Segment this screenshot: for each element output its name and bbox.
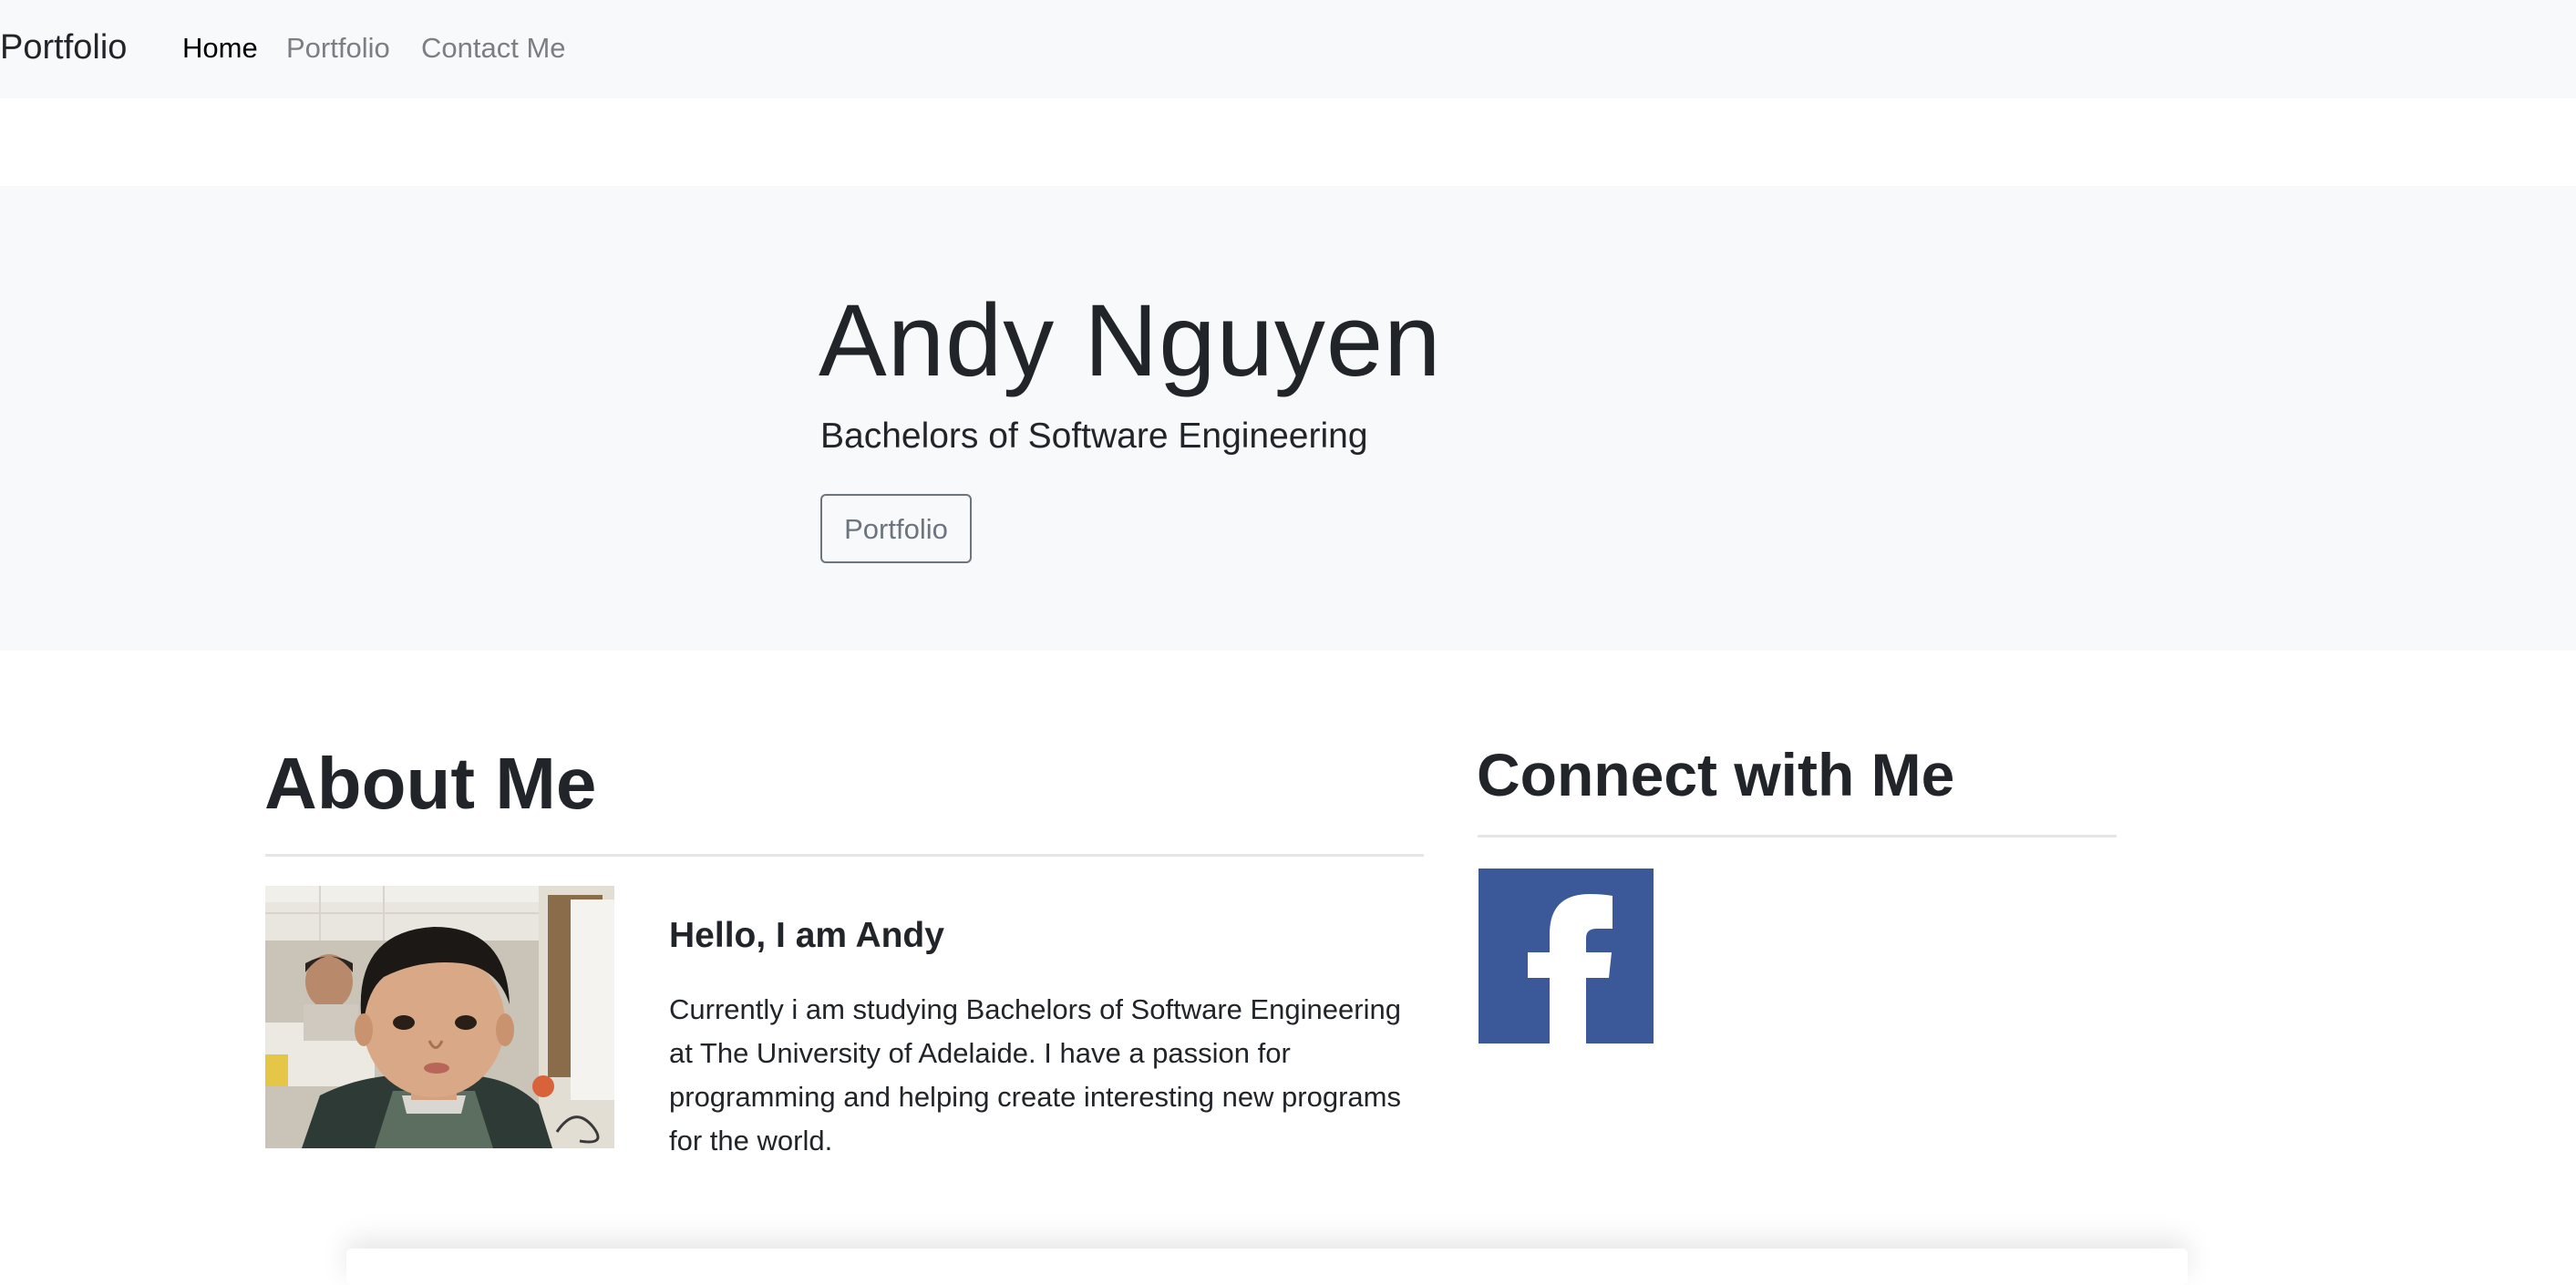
bottom-card-edge bbox=[346, 1249, 2188, 1285]
connect-title: Connect with Me bbox=[1477, 741, 1955, 808]
about-divider bbox=[265, 854, 1424, 857]
hero-subtitle: Bachelors of Software Engineering bbox=[820, 416, 1368, 456]
greeting-heading: Hello, I am Andy bbox=[669, 916, 944, 955]
navbar-brand[interactable]: Portfolio bbox=[0, 25, 127, 70]
navbar: Portfolio Home Portfolio Contact Me bbox=[0, 0, 2576, 98]
facebook-icon bbox=[1479, 869, 1654, 1043]
portfolio-button[interactable]: Portfolio bbox=[820, 494, 972, 563]
connect-divider bbox=[1478, 835, 2117, 838]
hero-title: Andy Nguyen bbox=[819, 283, 1442, 397]
facebook-link[interactable] bbox=[1479, 869, 1654, 1043]
hero-jumbotron: Andy Nguyen Bachelors of Software Engine… bbox=[0, 186, 2576, 651]
about-title: About Me bbox=[264, 743, 597, 824]
nav-link-portfolio[interactable]: Portfolio bbox=[286, 29, 390, 67]
profile-photo bbox=[265, 886, 614, 1148]
bio-text: Currently i am studying Bachelors of Sof… bbox=[669, 993, 1401, 1156]
nav-link-home[interactable]: Home bbox=[182, 29, 258, 67]
nav-link-contact-me[interactable]: Contact Me bbox=[421, 29, 566, 67]
